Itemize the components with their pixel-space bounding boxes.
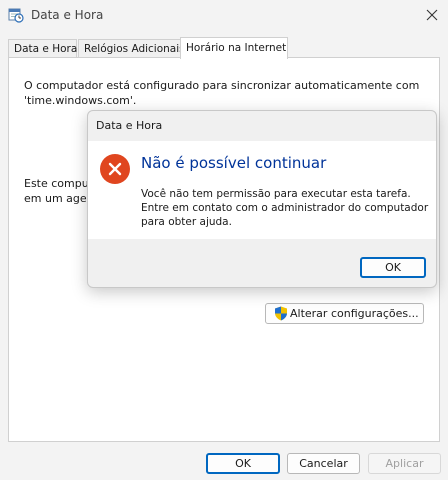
tab-date-time[interactable]: Data e Hora <box>8 39 77 58</box>
change-settings-button[interactable]: Alterar configurações... <box>265 303 424 324</box>
dialog-message: Você não tem permissão para executar est… <box>141 188 429 228</box>
change-settings-label: Alterar configurações... <box>290 307 419 320</box>
title-bar: Data e Hora <box>0 0 448 32</box>
ok-button[interactable]: OK <box>206 453 280 474</box>
dialog-content: Não é possível continuar Você não tem pe… <box>88 141 436 239</box>
tab-additional-clocks[interactable]: Relógios Adicionais <box>78 39 185 58</box>
sync-description: O computador está configurado para sincr… <box>24 79 420 107</box>
dialog-title: Data e Hora <box>96 119 163 132</box>
error-icon <box>99 153 131 185</box>
window-title: Data e Hora <box>31 8 104 22</box>
close-icon[interactable] <box>422 5 442 25</box>
uac-shield-icon <box>274 306 288 321</box>
tab-internet-time[interactable]: Horário na Internet <box>180 37 288 59</box>
clock-calendar-icon <box>8 7 24 23</box>
dialog-ok-button[interactable]: OK <box>360 257 426 278</box>
apply-button[interactable]: Aplicar <box>368 453 441 474</box>
dialog-heading: Não é possível continuar <box>141 154 327 172</box>
error-dialog: Data e Hora Não é possível continuar Voc… <box>87 110 437 288</box>
cancel-button[interactable]: Cancelar <box>287 453 360 474</box>
